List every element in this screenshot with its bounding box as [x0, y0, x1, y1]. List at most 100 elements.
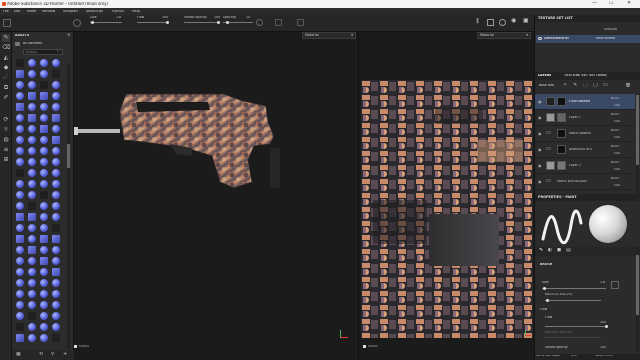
asset-thumbnail[interactable] — [16, 169, 24, 177]
asset-thumbnail[interactable] — [16, 235, 24, 243]
asset-thumbnail[interactable] — [52, 224, 60, 232]
asset-thumbnail[interactable] — [40, 257, 48, 265]
close-button[interactable]: ✕ — [627, 1, 631, 6]
lazy-mouse-icon[interactable] — [256, 19, 263, 26]
eye-icon[interactable] — [538, 37, 542, 40]
eye-icon[interactable]: ◉ — [538, 115, 542, 120]
stroke-opacity-value[interactable]: 100 — [214, 16, 220, 19]
asset-thumbnail[interactable] — [16, 114, 24, 122]
asset-thumbnail[interactable] — [28, 301, 36, 309]
asset-thumbnail[interactable] — [52, 213, 60, 221]
layer-blend[interactable]: Norm — [611, 177, 619, 180]
asset-thumbnail[interactable] — [52, 191, 60, 199]
asset-thumbnail[interactable] — [52, 125, 60, 133]
layer-blend[interactable]: Norm — [611, 113, 619, 116]
asset-thumbnail[interactable] — [40, 114, 48, 122]
asset-thumbnail[interactable] — [28, 257, 36, 265]
asset-thumbnail[interactable] — [28, 224, 36, 232]
asset-thumbnail[interactable] — [28, 92, 36, 100]
asset-thumbnail[interactable] — [16, 268, 24, 276]
asset-thumbnail[interactable] — [52, 312, 60, 320]
asset-thumbnail[interactable] — [16, 81, 24, 89]
add-folder-icon[interactable]: ▭ — [603, 83, 608, 88]
asset-thumbnail[interactable] — [28, 191, 36, 199]
asset-thumbnail[interactable] — [52, 268, 60, 276]
asset-thumbnail[interactable] — [40, 103, 48, 111]
asset-thumbnail[interactable] — [16, 158, 24, 166]
layer-blend[interactable]: Norm — [611, 161, 619, 164]
grid-view-icon[interactable]: ▦ — [16, 352, 21, 357]
asset-thumbnail[interactable] — [16, 257, 24, 265]
asset-thumbnail[interactable] — [28, 136, 36, 144]
asset-thumbnail[interactable] — [28, 279, 36, 287]
alignment-icon[interactable] — [275, 19, 282, 26]
eye-icon[interactable]: ◉ — [538, 179, 542, 184]
menu-python[interactable]: Python — [112, 10, 124, 13]
stroke-opacity-slider[interactable] — [184, 22, 220, 23]
asset-thumbnail[interactable] — [52, 70, 60, 78]
tab-layers[interactable]: LAYERS — [538, 74, 551, 77]
viewport-3d[interactable]: Material ▾ FAMAS — [74, 32, 358, 360]
asset-thumbnail[interactable] — [40, 125, 48, 133]
asset-thumbnail[interactable] — [52, 235, 60, 243]
add-effect-icon[interactable]: ✧ — [563, 83, 567, 88]
asset-thumbnail[interactable] — [16, 92, 24, 100]
asset-thumbnail[interactable] — [28, 180, 36, 188]
menu-edit[interactable]: Edit — [14, 10, 21, 13]
flow-prop-slider[interactable] — [545, 326, 607, 327]
properties-scrollbar-thumb[interactable] — [636, 255, 639, 315]
asset-thumbnail[interactable] — [16, 59, 24, 67]
brush-size-slider[interactable] — [542, 288, 606, 289]
asset-thumbnail[interactable] — [16, 191, 24, 199]
flow-prop-value[interactable]: 100 — [600, 321, 606, 324]
view-split-icon[interactable] — [487, 19, 494, 26]
min-size-slider[interactable] — [545, 300, 601, 301]
asset-thumbnail[interactable] — [52, 169, 60, 177]
layer-row[interactable]: ◉ Fluid Stained Norm 100 — [535, 94, 635, 110]
asset-thumbnail[interactable] — [28, 103, 36, 111]
polygon-fill-icon[interactable]: ◆ — [2, 64, 10, 72]
asset-thumbnail[interactable] — [28, 59, 36, 67]
asset-thumbnail[interactable] — [16, 147, 24, 155]
flow-value[interactable]: 100 — [162, 16, 168, 19]
assets-scrollbar[interactable] — [67, 64, 70, 349]
asset-thumbnail[interactable] — [40, 312, 48, 320]
asset-thumbnail[interactable] — [40, 158, 48, 166]
uv-icon[interactable]: ⊞ — [2, 156, 10, 164]
asset-thumbnail[interactable] — [40, 92, 48, 100]
min-size-slider-knob[interactable] — [546, 299, 549, 302]
display-settings-icon[interactable]: ☼ — [2, 126, 10, 134]
projection-icon[interactable]: ◭ — [2, 54, 10, 62]
size-slider[interactable] — [90, 22, 122, 23]
asset-thumbnail[interactable] — [52, 323, 60, 331]
asset-thumbnail[interactable] — [16, 103, 24, 111]
asset-thumbnail[interactable] — [40, 169, 48, 177]
asset-thumbnail[interactable] — [28, 235, 36, 243]
asset-thumbnail[interactable] — [52, 290, 60, 298]
layer-opacity[interactable]: 100 — [614, 168, 620, 171]
layer-opacity[interactable]: 100 — [614, 104, 620, 107]
refresh-icon[interactable]: ⟲ — [39, 352, 43, 357]
asset-thumbnail[interactable] — [52, 147, 60, 155]
maximize-button[interactable]: ☐ — [609, 1, 613, 6]
layer-blend[interactable]: Norm — [611, 129, 619, 132]
asset-thumbnail[interactable] — [40, 81, 48, 89]
picker-icon[interactable]: ✐ — [2, 94, 10, 102]
layer-opacity[interactable]: 100 — [614, 184, 620, 187]
brush-settings-icon[interactable] — [3, 19, 11, 27]
flow-slider-knob[interactable] — [166, 21, 169, 24]
tab-texture-set-settings[interactable]: TEXTURE SET SETTINGS — [564, 74, 607, 77]
asset-thumbnail[interactable] — [52, 136, 60, 144]
asset-thumbnail[interactable] — [28, 213, 36, 221]
stroke-opacity-prop-value[interactable]: 100 — [600, 346, 606, 349]
asset-thumbnail[interactable] — [28, 81, 36, 89]
asset-thumbnail[interactable] — [40, 334, 48, 342]
channel-select[interactable]: Base colo — [539, 84, 554, 87]
material-tab-icon[interactable]: ◼ — [557, 248, 561, 253]
layer-row[interactable]: ◉ Layer 1 Norm 100 — [535, 110, 635, 126]
asset-thumbnail[interactable] — [40, 59, 48, 67]
render-mode-icon[interactable] — [499, 19, 506, 26]
alpha-tab-icon[interactable]: ◐ — [548, 248, 552, 253]
add-layer-icon[interactable]: ▢ — [593, 83, 598, 88]
camera-icon[interactable]: ◉ — [511, 18, 516, 24]
